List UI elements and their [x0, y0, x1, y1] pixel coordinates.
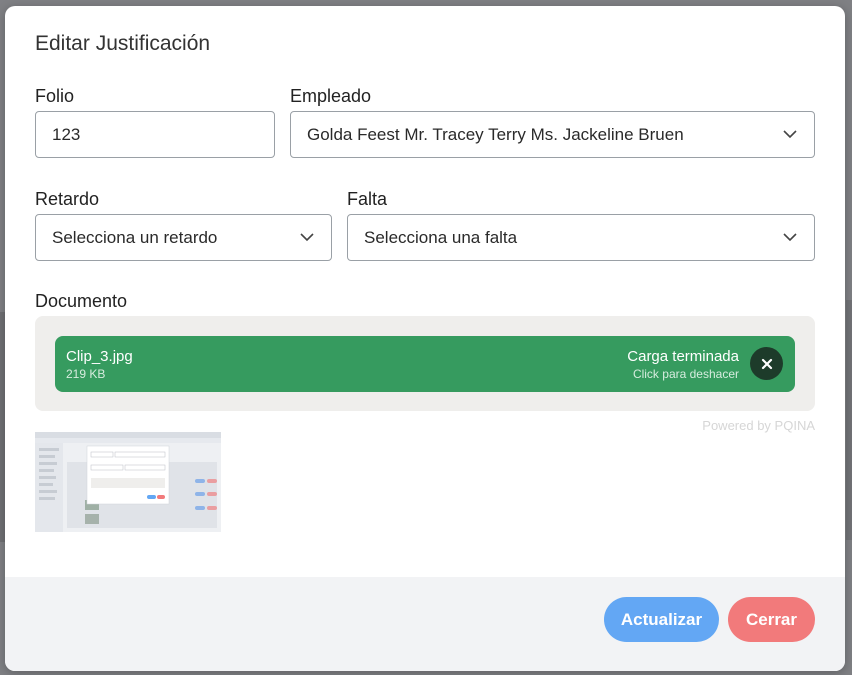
dialog-footer: Actualizar Cerrar [5, 577, 845, 671]
falta-label: Falta [347, 189, 388, 209]
file-name: Clip_3.jpg [66, 348, 133, 365]
retardo-select[interactable]: Selecciona un retardo [35, 214, 332, 261]
retardo-label: Retardo [35, 189, 100, 209]
empleado-label: Empleado [290, 86, 372, 106]
falta-value: Selecciona una falta [364, 227, 518, 247]
empleado-select[interactable]: Golda Feest Mr. Tracey Terry Ms. Jackeli… [290, 111, 815, 158]
documento-label: Documento [35, 291, 128, 311]
close-button[interactable]: Cerrar [728, 597, 815, 642]
update-button[interactable]: Actualizar [604, 597, 719, 642]
close-icon [761, 358, 772, 369]
retardo-value: Selecciona un retardo [52, 227, 218, 247]
uploaded-file-item[interactable]: Clip_3.jpg 219 KB Carga terminada Click … [55, 336, 795, 392]
folio-value: 123 [52, 124, 81, 144]
background-panel [846, 300, 852, 540]
folio-label: Folio [35, 86, 75, 106]
file-size: 219 KB [66, 367, 106, 381]
edit-justification-dialog: Editar Justificación Folio 123 Empleado … [5, 6, 845, 671]
empleado-value: Golda Feest Mr. Tracey Terry Ms. Jackeli… [307, 124, 684, 144]
falta-select[interactable]: Selecciona una falta [347, 214, 815, 261]
chevron-down-icon [782, 230, 798, 246]
powered-by-link[interactable]: Powered by PQINA [702, 418, 815, 433]
document-thumbnail [35, 432, 221, 532]
file-dropzone[interactable]: Clip_3.jpg 219 KB Carga terminada Click … [35, 316, 815, 411]
chevron-down-icon [299, 230, 315, 246]
upload-status: Carga terminada [627, 348, 739, 365]
chevron-down-icon [782, 127, 798, 143]
remove-file-button[interactable] [750, 347, 783, 380]
folio-input[interactable]: 123 [35, 111, 275, 158]
dialog-title: Editar Justificación [35, 32, 211, 55]
undo-hint[interactable]: Click para deshacer [633, 367, 739, 381]
